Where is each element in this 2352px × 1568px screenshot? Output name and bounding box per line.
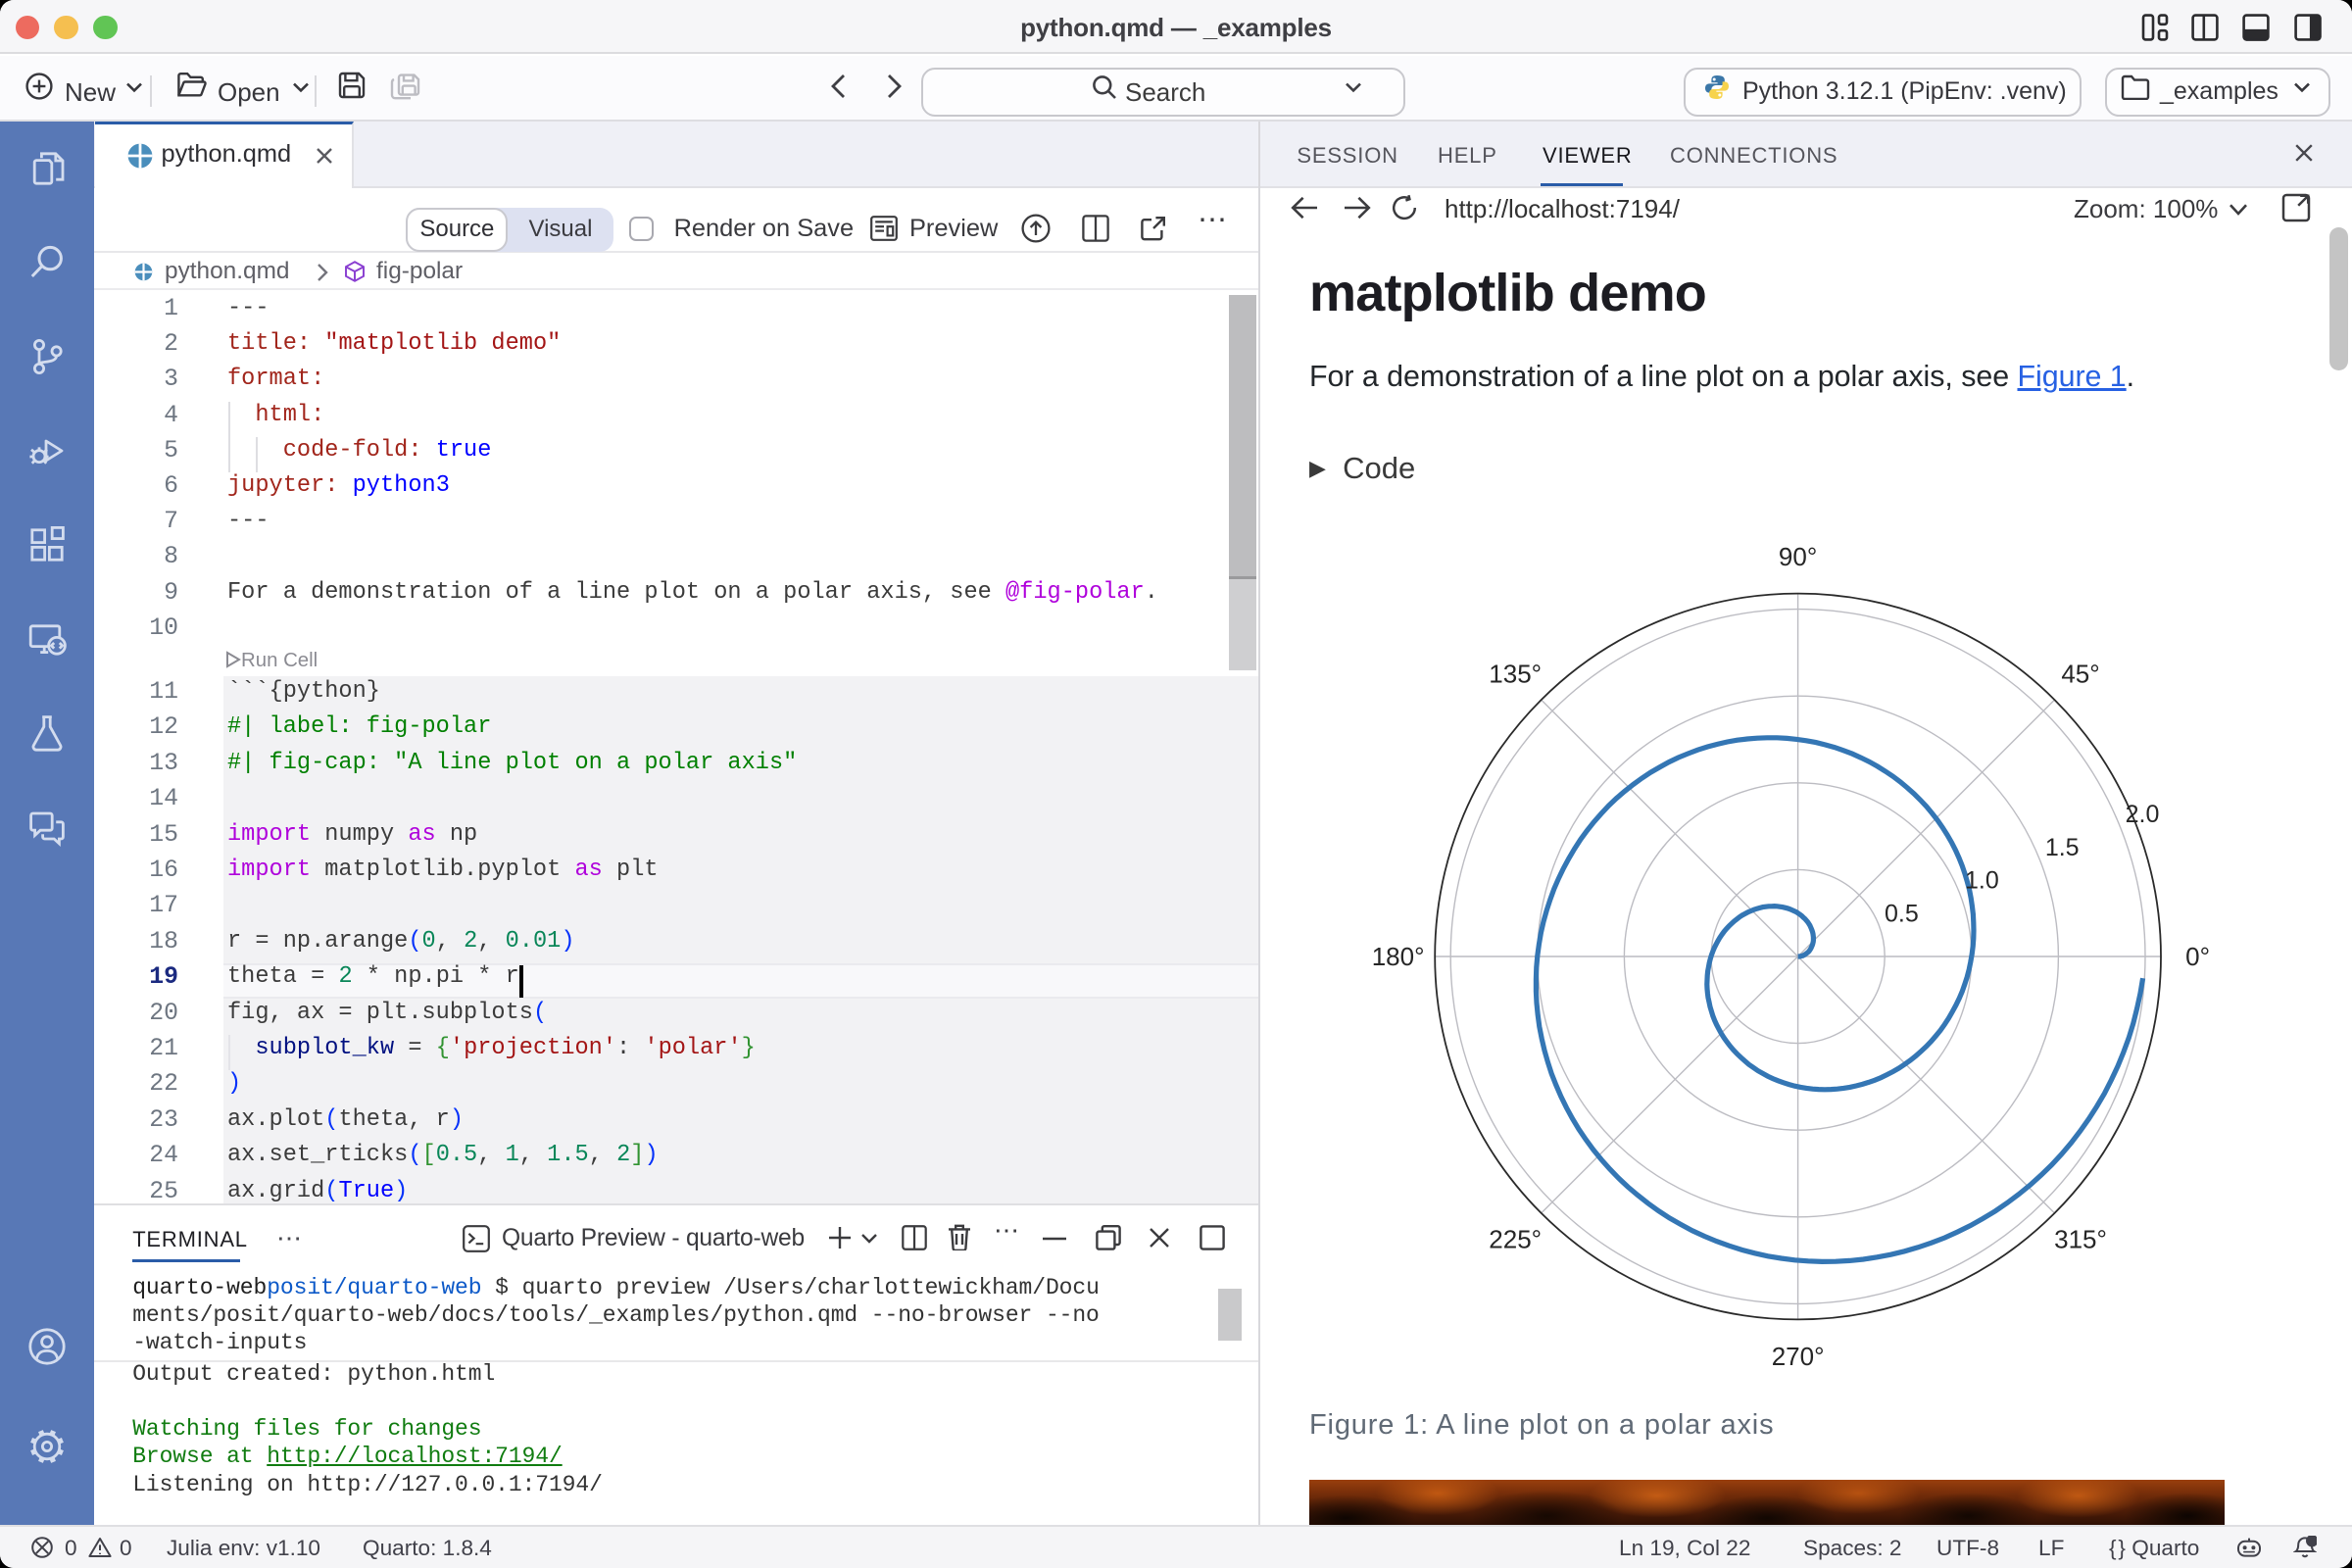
svg-text:90°: 90°: [1779, 542, 1817, 571]
svg-text:180°: 180°: [1372, 942, 1425, 971]
svg-text:2.0: 2.0: [2126, 801, 2160, 828]
svg-text:225°: 225°: [1489, 1224, 1542, 1253]
svg-text:270°: 270°: [1772, 1342, 1825, 1371]
svg-text:1.0: 1.0: [1965, 867, 1999, 895]
svg-text:0°: 0°: [2185, 942, 2210, 971]
svg-text:45°: 45°: [2061, 660, 2099, 689]
svg-text:0.5: 0.5: [1885, 901, 1919, 928]
svg-text:315°: 315°: [2054, 1224, 2107, 1253]
svg-text:135°: 135°: [1489, 660, 1542, 689]
svg-text:1.5: 1.5: [2045, 834, 2080, 861]
